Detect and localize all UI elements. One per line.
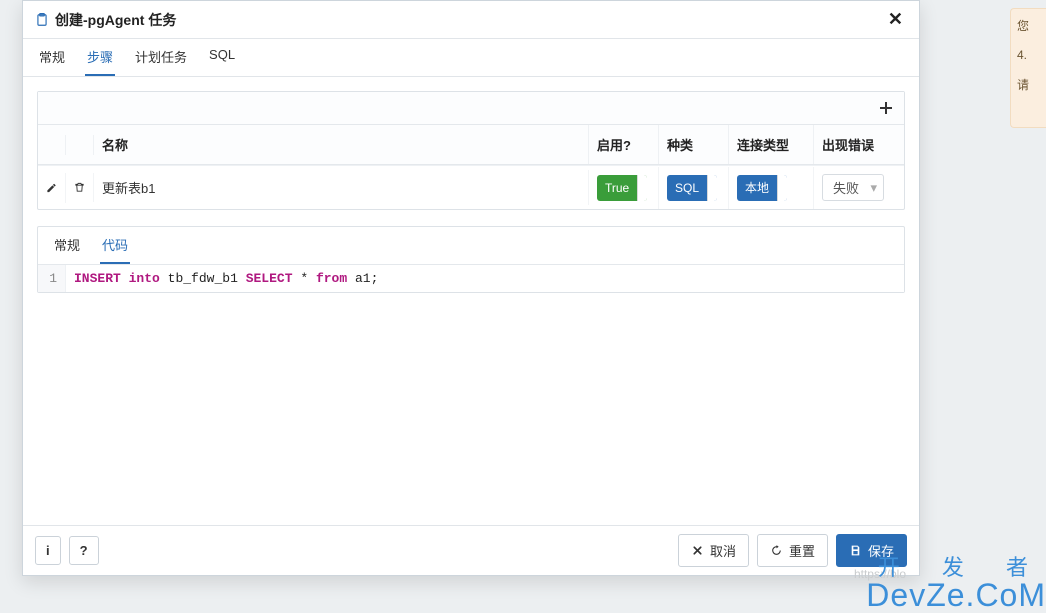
steps-grid: 名称 启用? 种类 连接类型 出现错误 更新表b1 True <box>37 91 905 210</box>
add-row-button[interactable] <box>876 98 896 118</box>
save-icon <box>849 544 862 557</box>
line-number: 1 <box>38 265 66 292</box>
close-icon[interactable]: ✕ <box>884 9 907 30</box>
col-enabled: 启用? <box>589 125 659 164</box>
info-button[interactable]: i <box>35 536 61 565</box>
col-delete <box>66 135 94 155</box>
reset-button[interactable]: 重置 <box>757 534 828 567</box>
col-name: 名称 <box>94 125 589 164</box>
recycle-icon <box>770 544 783 557</box>
dialog-footer: i ? 取消 重置 保存 <box>23 525 919 575</box>
tab-schedule[interactable]: 计划任务 <box>133 39 189 76</box>
enabled-toggle[interactable]: True <box>597 175 647 201</box>
dialog-header: 创建-pgAgent 任务 ✕ <box>23 1 919 39</box>
edit-row-button[interactable] <box>38 173 66 203</box>
side-note: 您 4. 请 <box>1010 8 1046 128</box>
tab-general[interactable]: 常规 <box>37 39 67 76</box>
row-conn: 本地 <box>729 167 814 209</box>
code-line: INSERT into tb_fdw_b1 SELECT * from a1; <box>66 265 386 292</box>
cancel-button[interactable]: 取消 <box>678 534 749 567</box>
pencil-icon <box>46 181 57 195</box>
grid-header: 名称 启用? 种类 连接类型 出现错误 <box>38 125 904 165</box>
close-icon <box>691 544 704 557</box>
help-button[interactable]: ? <box>69 536 99 565</box>
dialog-tabs: 常规 步骤 计划任务 SQL <box>23 39 919 77</box>
col-edit <box>38 135 66 155</box>
row-name: 更新表b1 <box>94 170 589 205</box>
code-editor[interactable]: 1 INSERT into tb_fdw_b1 SELECT * from a1… <box>38 265 904 292</box>
col-kind: 种类 <box>659 125 729 164</box>
col-onerror: 出现错误 <box>814 125 904 164</box>
plus-icon <box>880 102 892 114</box>
delete-row-button[interactable] <box>66 173 94 202</box>
dialog-body: 名称 启用? 种类 连接类型 出现错误 更新表b1 True <box>23 77 919 525</box>
onerror-select[interactable]: 失败 ▾ <box>822 174 884 201</box>
step-detail-tabs: 常规 代码 <box>38 227 904 265</box>
tab-sql[interactable]: SQL <box>207 39 237 76</box>
grid-toolbar <box>38 92 904 125</box>
dialog: 创建-pgAgent 任务 ✕ 常规 步骤 计划任务 SQL 名称 启用? 种类… <box>22 0 920 576</box>
row-onerror: 失败 ▾ <box>814 166 904 209</box>
step-detail-panel: 常规 代码 1 INSERT into tb_fdw_b1 SELECT * f… <box>37 226 905 293</box>
trash-icon <box>74 181 85 194</box>
col-conn: 连接类型 <box>729 125 814 164</box>
table-row: 更新表b1 True SQL 本地 <box>38 165 904 209</box>
row-enabled: True <box>589 167 659 209</box>
clipboard-icon <box>35 13 49 27</box>
subtab-general[interactable]: 常规 <box>52 227 82 264</box>
save-button[interactable]: 保存 <box>836 534 907 567</box>
conn-toggle[interactable]: 本地 <box>737 175 787 201</box>
watermark-url: https://blo <box>854 567 906 581</box>
row-kind: SQL <box>659 167 729 209</box>
dialog-title: 创建-pgAgent 任务 <box>55 10 884 30</box>
subtab-code[interactable]: 代码 <box>100 227 130 264</box>
chevron-down-icon: ▾ <box>870 180 877 196</box>
tab-steps[interactable]: 步骤 <box>85 39 115 76</box>
kind-toggle[interactable]: SQL <box>667 175 717 201</box>
